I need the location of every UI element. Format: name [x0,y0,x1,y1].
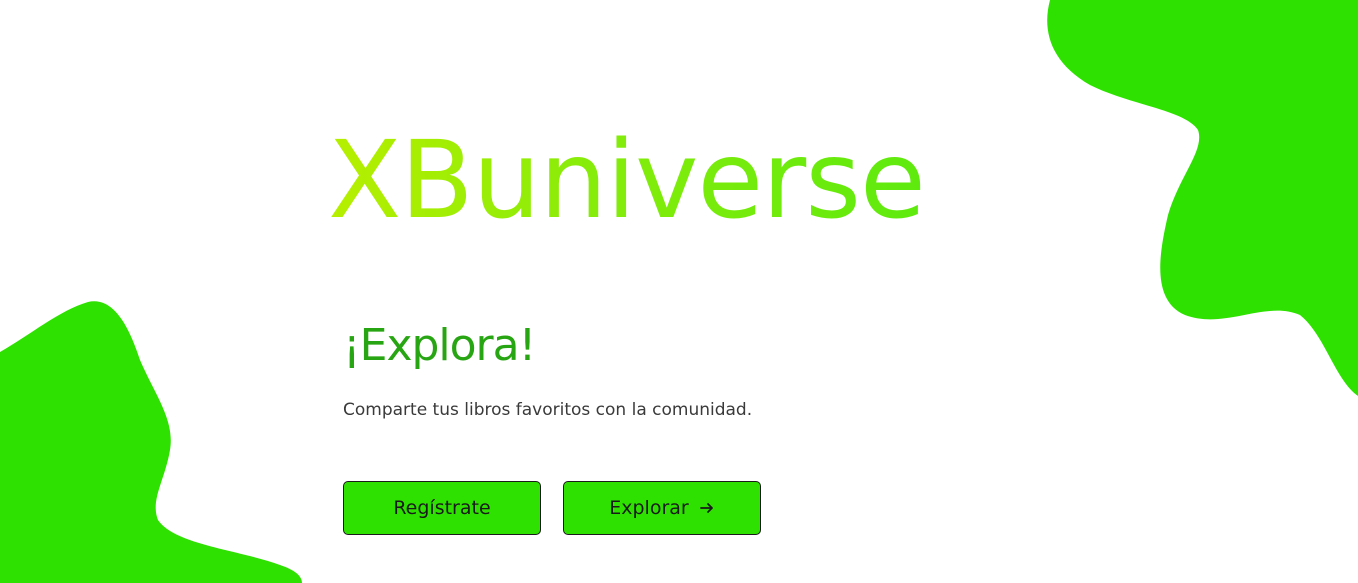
brand-title: XBuniverse [328,119,926,243]
explore-button-label: Explorar [609,497,689,519]
register-button[interactable]: Regístrate [343,481,541,535]
explore-button[interactable]: Explorar [563,481,761,535]
landing-page: XBuniverse ¡Explora! Comparte tus libros… [0,0,1358,583]
register-button-label: Regístrate [393,497,491,519]
bottom-left-blob [0,301,302,583]
hero-subtitle: Comparte tus libros favoritos con la com… [343,400,753,420]
arrow-right-icon [699,500,715,516]
top-right-blob [1047,0,1358,396]
hero-headline: ¡Explora! [343,320,536,371]
